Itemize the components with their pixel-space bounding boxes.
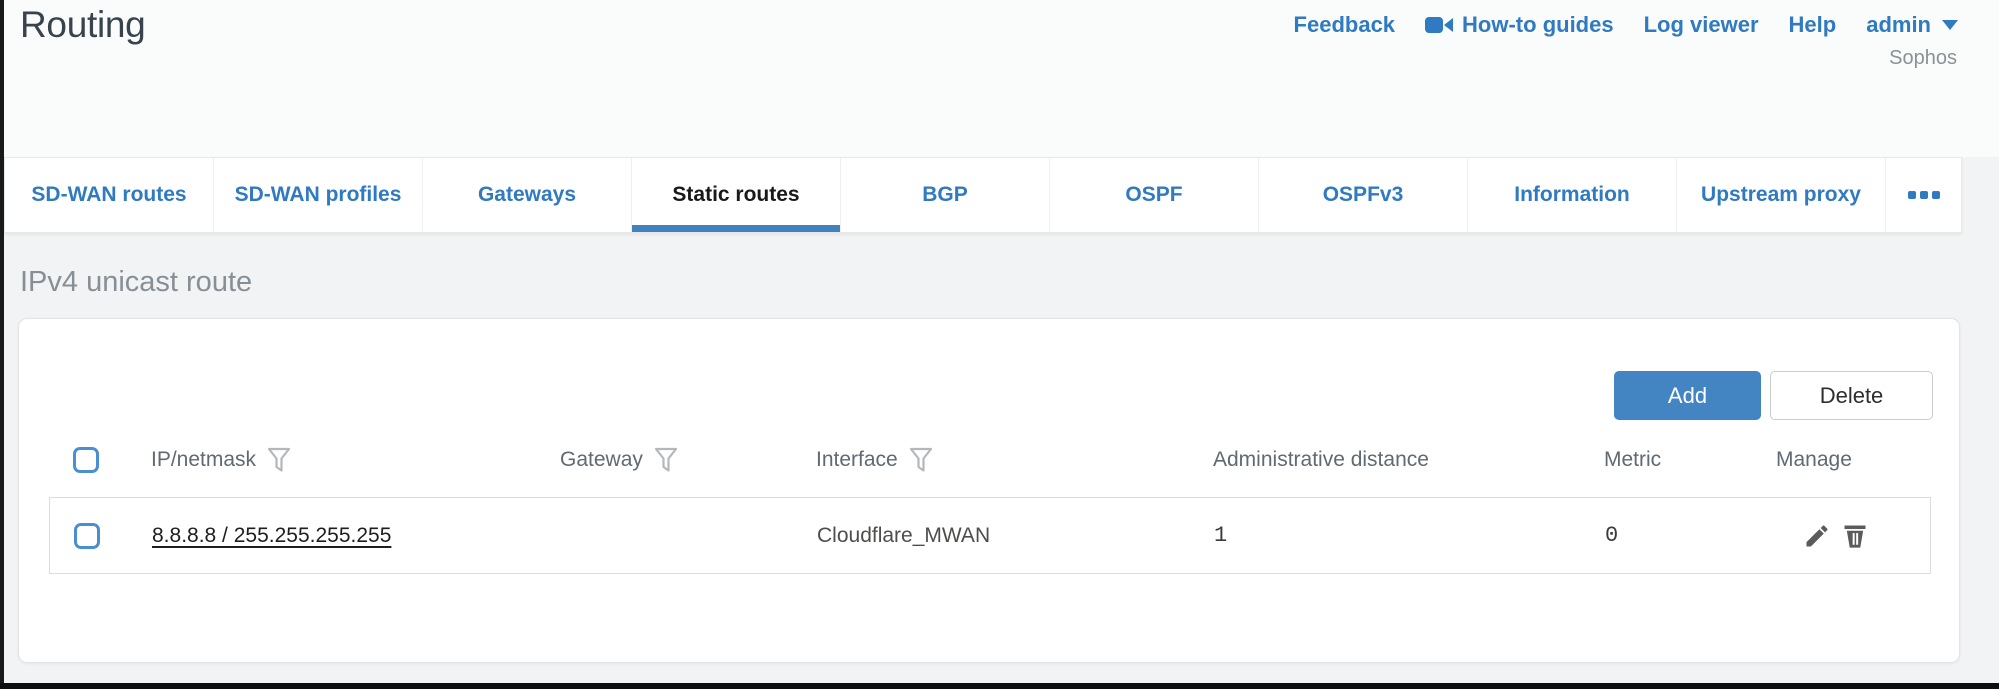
- interface-cell: Cloudflare_MWAN: [794, 524, 1189, 548]
- user-menu[interactable]: admin: [1866, 12, 1958, 38]
- tab-gateways[interactable]: Gateways: [422, 158, 631, 232]
- ellipsis-icon: [1920, 191, 1928, 199]
- table-row: 8.8.8.8 / 255.255.255.255 Cloudflare_MWA…: [49, 497, 1931, 574]
- column-header-manage: Manage: [1758, 448, 1931, 472]
- tab-overflow-button[interactable]: [1885, 158, 1961, 232]
- tab-sd-wan-routes[interactable]: SD-WAN routes: [5, 158, 213, 232]
- ellipsis-icon: [1932, 191, 1940, 199]
- column-header-gateway: Gateway: [533, 447, 793, 473]
- column-header-metric: Metric: [1588, 448, 1758, 472]
- admin-distance-cell: 1: [1189, 523, 1589, 548]
- window-left-edge: [0, 0, 4, 689]
- filter-icon[interactable]: [267, 447, 291, 473]
- page-header: Routing Feedback How-to guides Log viewe…: [0, 0, 1999, 157]
- edit-icon[interactable]: [1803, 522, 1831, 550]
- section-heading: IPv4 unicast route: [20, 266, 252, 299]
- chevron-down-icon: [1942, 20, 1958, 30]
- video-camera-icon: [1425, 16, 1453, 34]
- tab-information[interactable]: Information: [1467, 158, 1676, 232]
- filter-icon[interactable]: [654, 447, 678, 473]
- column-header-interface: Interface: [793, 447, 1188, 473]
- tab-ospfv3[interactable]: OSPFv3: [1258, 158, 1467, 232]
- column-header-admin-distance: Administrative distance: [1188, 448, 1588, 472]
- filter-icon[interactable]: [909, 447, 933, 473]
- brand-label: Sophos: [1889, 47, 1957, 70]
- tab-static-routes[interactable]: Static routes: [631, 158, 840, 232]
- row-checkbox[interactable]: [74, 523, 100, 549]
- route-link[interactable]: 8.8.8.8 / 255.255.255.255: [152, 524, 391, 547]
- help-link[interactable]: Help: [1789, 12, 1837, 38]
- log-viewer-link[interactable]: Log viewer: [1644, 12, 1759, 38]
- metric-cell: 0: [1589, 523, 1759, 548]
- tab-upstream-proxy[interactable]: Upstream proxy: [1676, 158, 1885, 232]
- delete-icon[interactable]: [1841, 522, 1869, 550]
- tab-bgp[interactable]: BGP: [840, 158, 1049, 232]
- top-nav: Feedback How-to guides Log viewer Help a…: [1294, 12, 1958, 38]
- window-bottom-edge: [0, 683, 1999, 689]
- add-button[interactable]: Add: [1614, 371, 1761, 420]
- ellipsis-icon: [1908, 191, 1916, 199]
- routes-panel: Add Delete IP/netmask Gateway Interface …: [18, 318, 1960, 663]
- page-title: Routing: [20, 4, 145, 46]
- feedback-link[interactable]: Feedback: [1294, 12, 1396, 38]
- select-all-checkbox[interactable]: [73, 447, 99, 473]
- table-header-row: IP/netmask Gateway Interface Administrat…: [49, 438, 1931, 482]
- tab-sd-wan-profiles[interactable]: SD-WAN profiles: [213, 158, 422, 232]
- tab-ospf[interactable]: OSPF: [1049, 158, 1258, 232]
- howto-guides-link[interactable]: How-to guides: [1425, 12, 1614, 38]
- tab-bar: SD-WAN routes SD-WAN profiles Gateways S…: [4, 157, 1962, 233]
- column-header-ip-netmask: IP/netmask: [123, 447, 533, 473]
- delete-button[interactable]: Delete: [1770, 371, 1933, 420]
